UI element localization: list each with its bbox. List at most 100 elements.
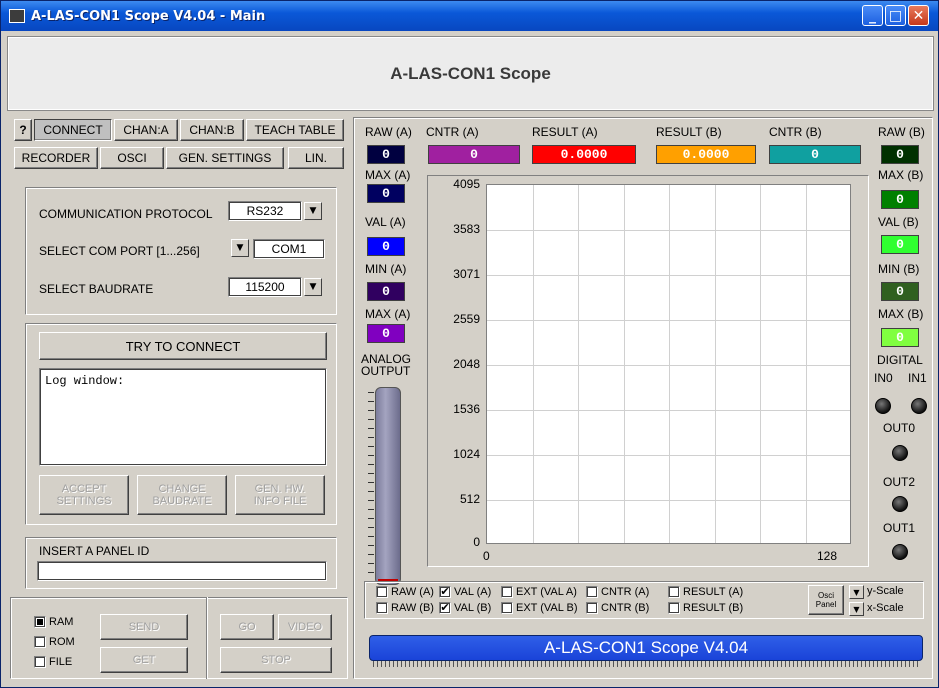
- main-window: A-LAS-CON1 Scope V4.04 - Main _ □ ✕ A-LA…: [0, 0, 939, 688]
- max-b-value: 0: [881, 190, 919, 209]
- tab-chan-a[interactable]: CHAN:A: [114, 119, 178, 141]
- window-title: A-LAS-CON1 Scope V4.04 - Main: [31, 8, 266, 24]
- max-a2-label: MAX (A): [365, 307, 411, 321]
- checkbox-label: EXT (VAL A): [516, 586, 577, 598]
- ram-checkbox[interactable]: RAM: [34, 616, 73, 628]
- grid-line-horizontal: [487, 275, 850, 276]
- status-ruler: [373, 661, 921, 667]
- y-tick: 4095: [453, 177, 480, 191]
- panel-id-input[interactable]: [37, 561, 327, 581]
- tab-lin[interactable]: LIN.: [288, 147, 344, 169]
- comport-field[interactable]: COM1: [253, 239, 325, 259]
- ram-check-icon: [34, 616, 46, 628]
- trace-b-checkbox-3[interactable]: CNTR (B): [586, 602, 649, 614]
- checkbox-box-icon: [586, 586, 598, 598]
- osci-panel-button[interactable]: Osci Panel: [808, 585, 844, 615]
- protocol-dropdown-icon[interactable]: ▼: [304, 202, 322, 220]
- y-scale-label: y-Scale: [867, 585, 904, 597]
- trace-b-checkbox-2[interactable]: EXT (VAL B): [501, 602, 578, 614]
- protocol-select[interactable]: RS232: [228, 201, 302, 221]
- send-button[interactable]: SEND: [100, 614, 188, 640]
- tab-recorder[interactable]: RECORDER: [14, 147, 98, 169]
- checkbox-box-icon: [586, 602, 598, 614]
- panel-id-label: INSERT A PANEL ID: [39, 544, 150, 558]
- app-header: A-LAS-CON1 Scope: [7, 36, 934, 111]
- grid-line-horizontal: [487, 230, 850, 231]
- trace-b-checkbox-4[interactable]: RESULT (B): [668, 602, 743, 614]
- x-scale-dropdown-icon[interactable]: ▼: [849, 602, 864, 616]
- rom-checkbox[interactable]: ROM: [34, 636, 75, 648]
- checkbox-box-icon: [668, 586, 680, 598]
- out1-led-icon: [892, 544, 908, 560]
- grid-line-vertical: [714, 185, 716, 543]
- help-button[interactable]: ?: [14, 119, 32, 141]
- max-a-value: 0: [367, 184, 405, 203]
- trace-b-checkbox-0[interactable]: RAW (B): [376, 602, 434, 614]
- grid-line-horizontal: [487, 410, 850, 411]
- result-a-value: 0.0000: [532, 145, 636, 164]
- analog-output-bar: [368, 387, 401, 585]
- trace-a-checkbox-3[interactable]: CNTR (A): [586, 586, 649, 598]
- trace-a-checkbox-0[interactable]: RAW (A): [376, 586, 434, 598]
- trace-a-checkbox-1[interactable]: ✔ VAL (A): [439, 586, 491, 598]
- in1-led-icon: [911, 398, 927, 414]
- tab-gen-settings[interactable]: GEN. SETTINGS: [166, 147, 284, 169]
- baudrate-dropdown-icon[interactable]: ▼: [304, 278, 322, 296]
- get-button[interactable]: GET: [100, 647, 188, 673]
- video-button[interactable]: VIDEO: [278, 614, 332, 640]
- trace-b-checkbox-1[interactable]: ✔ VAL (B): [439, 602, 491, 614]
- cntr-b-label: CNTR (B): [769, 125, 822, 139]
- trace-a-checkbox-2[interactable]: EXT (VAL A): [501, 586, 577, 598]
- scope-chart[interactable]: 4095 3583 3071 2559 2048 1536 1024 512 0…: [427, 175, 869, 567]
- baudrate-select[interactable]: 115200: [228, 277, 302, 297]
- try-connect-button[interactable]: TRY TO CONNECT: [39, 332, 327, 360]
- in0-led-icon: [875, 398, 891, 414]
- raw-a-value: 0: [367, 145, 405, 164]
- gen-hw-info-button[interactable]: GEN. HW. INFO FILE: [235, 475, 325, 515]
- x-tick-max: 128: [817, 549, 838, 563]
- ram-label: RAM: [49, 616, 74, 628]
- protocol-label: COMMUNICATION PROTOCOL: [39, 207, 213, 221]
- trace-a-checkbox-4[interactable]: RESULT (A): [668, 586, 743, 598]
- analog-ruler: [368, 392, 374, 578]
- in0-label: IN0: [874, 371, 893, 385]
- grid-line-vertical: [623, 185, 625, 543]
- plot-area[interactable]: [486, 184, 851, 544]
- comport-label: SELECT COM PORT [1...256]: [39, 244, 200, 258]
- log-window[interactable]: Log window:: [39, 368, 327, 466]
- file-label: FILE: [49, 656, 73, 668]
- tab-chan-b[interactable]: CHAN:B: [180, 119, 244, 141]
- accept-settings-button[interactable]: ACCEPT SETTINGS: [39, 475, 129, 515]
- out0-label: OUT0: [883, 421, 916, 435]
- file-checkbox[interactable]: FILE: [34, 656, 72, 668]
- checkbox-box-icon: [501, 602, 513, 614]
- grid-line-horizontal: [487, 500, 850, 501]
- go-button[interactable]: GO: [220, 614, 274, 640]
- status-text: A-LAS-CON1 Scope V4.04: [543, 638, 749, 657]
- in1-label: IN1: [908, 371, 927, 385]
- stop-button[interactable]: STOP: [220, 647, 332, 673]
- checkbox-box-icon: [501, 586, 513, 598]
- close-button[interactable]: ✕: [908, 5, 929, 26]
- out2-label: OUT2: [883, 475, 916, 489]
- tab-connect[interactable]: CONNECT: [34, 119, 112, 141]
- comport-dropdown-icon[interactable]: ▼: [231, 239, 249, 257]
- checkbox-box-icon: [376, 602, 388, 614]
- baudrate-label: SELECT BAUDRATE: [39, 282, 154, 296]
- maximize-button[interactable]: □: [885, 5, 906, 26]
- change-baudrate-button[interactable]: CHANGE BAUDRATE: [137, 475, 227, 515]
- rom-check-icon: [34, 636, 46, 648]
- val-a-label: VAL (A): [365, 215, 406, 229]
- checkbox-box-icon: [376, 586, 388, 598]
- val-a-value: 0: [367, 237, 405, 256]
- checkbox-label: RAW (A): [391, 586, 434, 598]
- result-a-label: RESULT (A): [532, 125, 598, 139]
- title-bar[interactable]: A-LAS-CON1 Scope V4.04 - Main _ □ ✕: [1, 1, 938, 31]
- cntr-a-label: CNTR (A): [426, 125, 479, 139]
- tab-teach-table[interactable]: TEACH TABLE: [246, 119, 344, 141]
- raw-a-label: RAW (A): [365, 125, 412, 139]
- y-scale-dropdown-icon[interactable]: ▼: [849, 585, 864, 599]
- minimize-button[interactable]: _: [862, 5, 883, 26]
- max-b-label: MAX (B): [878, 168, 924, 182]
- tab-osci[interactable]: OSCI: [100, 147, 164, 169]
